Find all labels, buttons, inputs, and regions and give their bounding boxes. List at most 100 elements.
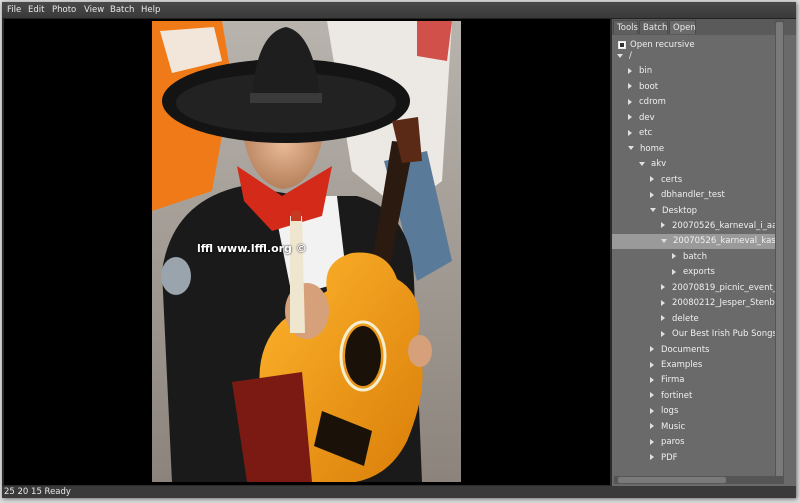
collapsed-arrow-icon[interactable] bbox=[650, 176, 654, 183]
collapsed-arrow-icon[interactable] bbox=[672, 268, 676, 275]
vertical-scrollbar[interactable] bbox=[775, 20, 784, 478]
tree-item-label: batch bbox=[683, 251, 707, 262]
tree-item[interactable]: PDF bbox=[612, 451, 784, 466]
tree-item[interactable]: Our Best Irish Pub Songs - 2 bbox=[612, 327, 784, 342]
tree-item[interactable]: home bbox=[612, 142, 784, 157]
tree-item-label: cdrom bbox=[639, 97, 666, 108]
tree-item-label: logs bbox=[661, 406, 679, 417]
collapsed-arrow-icon[interactable] bbox=[628, 114, 632, 121]
open-recursive-checkbox[interactable] bbox=[618, 40, 626, 49]
tree-item[interactable]: Desktop bbox=[612, 204, 784, 219]
collapsed-arrow-icon[interactable] bbox=[628, 83, 632, 90]
menu-edit[interactable]: Edit bbox=[28, 5, 44, 15]
collapsed-arrow-icon[interactable] bbox=[672, 253, 676, 260]
tree-item-label: boot bbox=[639, 81, 659, 92]
panel-tabs: Tools Batch Open bbox=[612, 19, 796, 35]
menu-file[interactable]: File bbox=[7, 5, 21, 15]
menu-photo[interactable]: Photo bbox=[52, 5, 76, 15]
tree-item-label: 20070526_karneval_i_aalbo bbox=[672, 220, 784, 231]
tree-item-label: etc bbox=[639, 128, 653, 139]
tree-item-label: dbhandler_test bbox=[661, 190, 725, 201]
tree-item[interactable]: exports bbox=[612, 265, 784, 280]
tree-item[interactable]: dbhandler_test bbox=[612, 188, 784, 203]
tree-item-label: paros bbox=[661, 437, 685, 448]
tree-item-label: 20070819_picnic_event_bur bbox=[672, 282, 784, 293]
collapsed-arrow-icon[interactable] bbox=[650, 407, 654, 414]
tree-item[interactable]: certs bbox=[612, 173, 784, 188]
horizontal-scrollbar[interactable] bbox=[614, 476, 784, 484]
collapsed-arrow-icon[interactable] bbox=[650, 392, 654, 399]
menu-bar: File Edit Photo View Batch Help bbox=[2, 2, 796, 19]
image-viewer[interactable]: lffl www.lffl.org © bbox=[4, 19, 610, 485]
tree-item-label: 20080212_Jesper_Stenbakk bbox=[672, 298, 784, 309]
tree-item[interactable]: Music bbox=[612, 420, 784, 435]
tree-item-label: home bbox=[640, 143, 665, 154]
collapsed-arrow-icon[interactable] bbox=[650, 376, 654, 383]
menu-batch[interactable]: Batch bbox=[110, 5, 134, 15]
tree-item-label: fortinet bbox=[661, 390, 693, 401]
tree-item[interactable]: fortinet bbox=[612, 389, 784, 404]
tree-item-label: akv bbox=[651, 159, 667, 170]
menu-help[interactable]: Help bbox=[141, 5, 160, 15]
collapsed-arrow-icon[interactable] bbox=[628, 67, 632, 74]
tree-item-label: Desktop bbox=[662, 205, 698, 216]
tree-item-label: Music bbox=[661, 421, 686, 432]
tree-item[interactable]: batch bbox=[612, 250, 784, 265]
photo-watermark: lffl www.lffl.org © bbox=[197, 242, 307, 255]
collapsed-arrow-icon[interactable] bbox=[650, 454, 654, 461]
expanded-arrow-icon[interactable] bbox=[650, 208, 656, 212]
application-window: File Edit Photo View Batch Help lffl www… bbox=[2, 2, 796, 498]
tree-item[interactable]: bin bbox=[612, 64, 784, 79]
tree-item[interactable]: cdrom bbox=[612, 95, 784, 110]
horizontal-scrollbar-thumb[interactable] bbox=[618, 477, 726, 483]
tree-item[interactable]: Firma bbox=[612, 373, 784, 388]
tree-item[interactable]: etc bbox=[612, 126, 784, 141]
collapsed-arrow-icon[interactable] bbox=[661, 222, 665, 229]
tab-batch[interactable]: Batch bbox=[639, 20, 668, 34]
collapsed-arrow-icon[interactable] bbox=[661, 299, 665, 306]
tree-item-label: Examples bbox=[661, 360, 703, 370]
tree-item[interactable]: Documents bbox=[612, 343, 784, 358]
tree-item[interactable]: / bbox=[612, 49, 784, 64]
tree-item-label: bin bbox=[639, 66, 653, 77]
tree-item[interactable]: akv bbox=[612, 157, 784, 172]
tree-item[interactable]: delete bbox=[612, 312, 784, 327]
collapsed-arrow-icon[interactable] bbox=[661, 315, 665, 322]
collapsed-arrow-icon[interactable] bbox=[650, 191, 654, 198]
tree-item[interactable]: boot bbox=[612, 80, 784, 95]
tree-item[interactable]: 20070526_karneval_kastelv bbox=[612, 234, 784, 250]
collapsed-arrow-icon[interactable] bbox=[661, 330, 665, 337]
tree-item[interactable]: 20080212_Jesper_Stenbakk bbox=[612, 296, 784, 311]
side-panel: Tools Batch Open Open recursive / bin boot… bbox=[612, 19, 796, 486]
tree-item-label: exports bbox=[683, 267, 715, 278]
tree-item-label: dev bbox=[639, 112, 655, 123]
collapsed-arrow-icon[interactable] bbox=[628, 129, 632, 136]
tree-item[interactable]: 20070526_karneval_i_aalbo bbox=[612, 219, 784, 234]
tree-item[interactable]: paros bbox=[612, 435, 784, 450]
tree-item-label: Firma bbox=[661, 375, 685, 386]
menu-view[interactable]: View bbox=[84, 5, 104, 15]
tree-item-label: 20070526_karneval_kastelv bbox=[673, 236, 784, 247]
tree-item-label: PDF bbox=[661, 452, 678, 463]
expanded-arrow-icon[interactable] bbox=[628, 146, 634, 151]
collapsed-arrow-icon[interactable] bbox=[650, 423, 654, 430]
collapsed-arrow-icon[interactable] bbox=[650, 361, 654, 368]
expanded-arrow-icon[interactable] bbox=[617, 53, 623, 58]
status-bar: 25 20 15 Ready bbox=[2, 486, 796, 498]
collapsed-arrow-icon[interactable] bbox=[650, 438, 654, 445]
tree-item[interactable]: Examples bbox=[612, 358, 784, 373]
tree-item[interactable]: dev bbox=[612, 111, 784, 126]
tree-item[interactable]: logs bbox=[612, 404, 784, 419]
collapsed-arrow-icon[interactable] bbox=[628, 98, 632, 105]
tab-open[interactable]: Open bbox=[669, 20, 696, 34]
collapsed-arrow-icon[interactable] bbox=[661, 284, 665, 291]
collapsed-arrow-icon[interactable] bbox=[650, 346, 654, 353]
vertical-scrollbar-thumb[interactable] bbox=[776, 22, 783, 477]
expanded-arrow-icon[interactable] bbox=[639, 161, 645, 166]
tree-item[interactable]: 20070819_picnic_event_bur bbox=[612, 281, 784, 296]
expanded-arrow-icon[interactable] bbox=[661, 238, 667, 243]
tree-item-label: Our Best Irish Pub Songs - 2 bbox=[672, 329, 784, 340]
tree-item-label: certs bbox=[661, 174, 683, 185]
tab-tools[interactable]: Tools bbox=[613, 20, 638, 34]
tree-item-label: Documents bbox=[661, 344, 710, 355]
